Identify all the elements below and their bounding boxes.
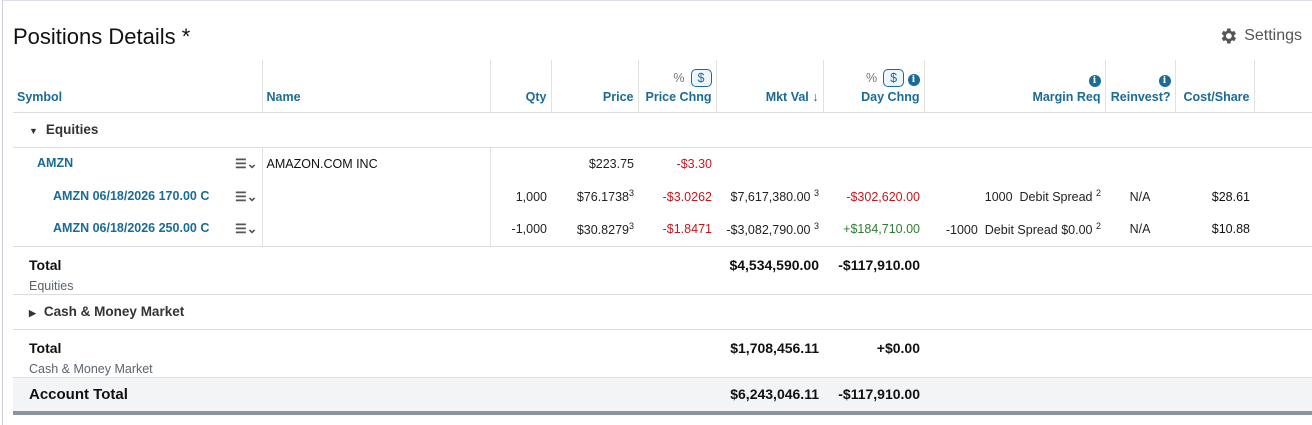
- symbol-link[interactable]: AMZN 06/18/2026 170.00 C: [53, 189, 209, 203]
- sort-down-icon: ↓: [812, 89, 819, 104]
- col-day-chng[interactable]: % $ i Day Chng: [823, 60, 925, 113]
- total-equities: Total Equities $4,534,590.00 -$117,910.00: [13, 246, 1312, 295]
- settings-label: Settings: [1244, 27, 1302, 44]
- pct-toggle[interactable]: %: [673, 71, 684, 85]
- col-price-chng[interactable]: % $ Price Chng: [638, 60, 717, 113]
- pct-toggle[interactable]: %: [866, 71, 877, 85]
- info-icon[interactable]: i: [1088, 74, 1101, 87]
- group-equities[interactable]: ▼ Equities: [13, 112, 1312, 148]
- gear-icon: [1221, 28, 1237, 44]
- positions-table: Symbol Name Qty Price % $ Price Chng Mkt V…: [13, 60, 1312, 415]
- collapse-triangle-icon[interactable]: ▼: [29, 126, 38, 136]
- group-cash[interactable]: ▶ Cash & Money Market: [13, 294, 1312, 330]
- col-symbol[interactable]: Symbol: [13, 60, 263, 113]
- expand-triangle-icon[interactable]: ▶: [29, 308, 36, 318]
- dollar-toggle[interactable]: $: [883, 68, 905, 87]
- total-cash: Total Cash & Money Market $1,708,456.11 +$…: [13, 329, 1312, 378]
- page-title: Positions Details *: [13, 24, 191, 49]
- col-reinvest[interactable]: i Reinvest?: [1105, 60, 1176, 113]
- info-icon[interactable]: i: [907, 73, 920, 86]
- info-icon[interactable]: i: [1158, 74, 1171, 87]
- table-row: AMZN 06/18/2026 250.00 C ☰⌄ -1,000 $30.827…: [13, 213, 1312, 246]
- col-mkt-val[interactable]: Mkt Val ↓: [716, 60, 824, 113]
- row-menu-icon[interactable]: ☰⌄: [235, 156, 258, 172]
- account-total: Account Total $6,243,046.11 -$117,910.00: [13, 377, 1312, 415]
- col-price[interactable]: Price: [551, 60, 639, 113]
- table-row: AMZN 06/18/2026 170.00 C ☰⌄ 1,000 $76.1738…: [13, 180, 1312, 213]
- symbol-link[interactable]: AMZN: [37, 156, 73, 170]
- col-margin-req[interactable]: i Margin Req: [924, 60, 1106, 113]
- row-menu-icon[interactable]: ☰⌄: [235, 189, 258, 205]
- symbol-link[interactable]: AMZN 06/18/2026 250.00 C: [53, 221, 209, 235]
- settings-button[interactable]: Settings: [1218, 26, 1302, 46]
- table-row: AMZN ☰⌄ AMAZON.COM INC $223.75 -$3.30: [13, 147, 1312, 246]
- row-menu-icon[interactable]: ☰⌄: [235, 221, 258, 237]
- col-cost-share[interactable]: Cost/Share: [1175, 60, 1255, 113]
- col-qty[interactable]: Qty: [490, 60, 552, 113]
- dollar-toggle[interactable]: $: [690, 68, 712, 87]
- col-name[interactable]: Name: [262, 60, 491, 113]
